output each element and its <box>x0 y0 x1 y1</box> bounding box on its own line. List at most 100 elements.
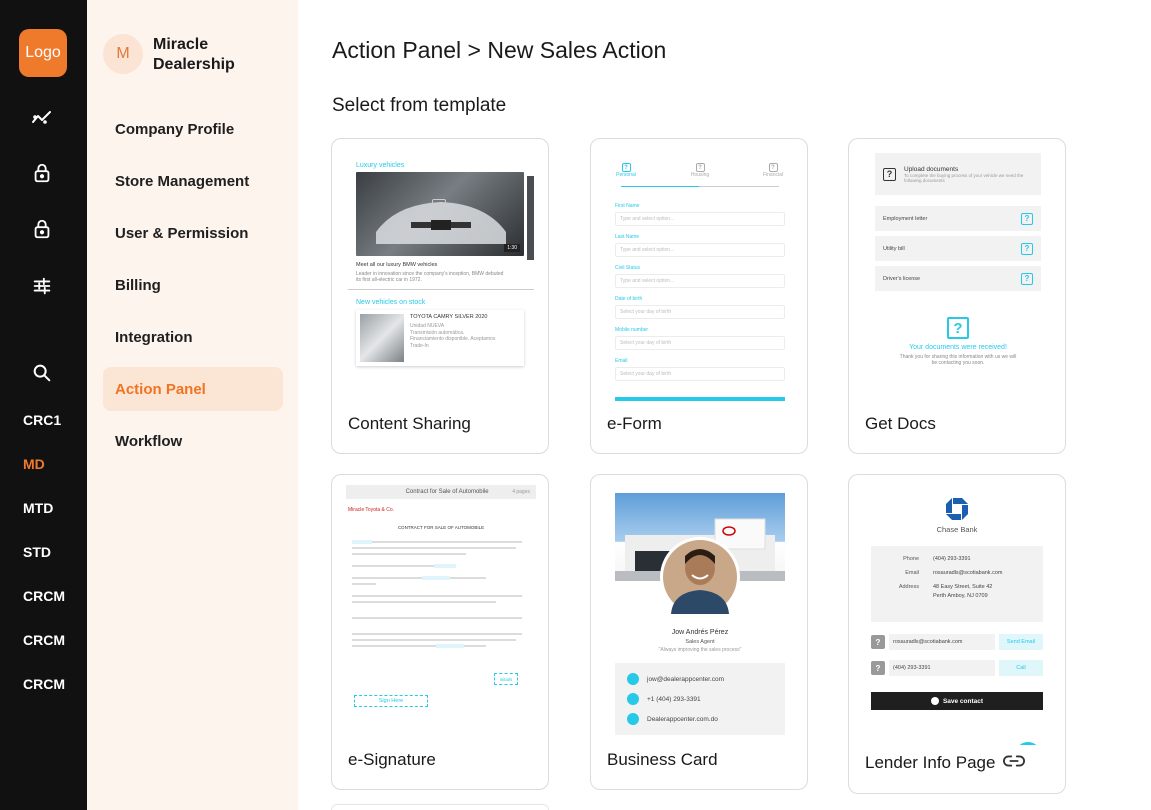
email-field: Select your day of birth <box>615 367 785 381</box>
avatar <box>660 537 740 617</box>
step-financial: ? Financial <box>761 163 785 178</box>
search-icon[interactable] <box>30 361 54 385</box>
link-icon[interactable] <box>1003 753 1026 773</box>
rail-item-std[interactable]: STD <box>23 544 51 560</box>
content-sharing-preview: Luxury vehicles ? 1:30 Meet all our luxu… <box>348 153 534 401</box>
template-card-e-signature[interactable]: Contract for Sale of Automobile 4 pages … <box>331 474 549 790</box>
fab-peek <box>1015 742 1041 745</box>
doc-name: Driver's license <box>883 275 921 282</box>
detail-key: Phone <box>903 556 919 562</box>
action-value: (404) 293-3391 <box>889 660 995 676</box>
logo[interactable]: Logo <box>19 29 67 77</box>
save-contact-label: Save contact <box>942 697 984 705</box>
lock-icon[interactable] <box>30 217 54 241</box>
caption-title: Meet all our luxury BMW vehicles <box>356 262 438 268</box>
vehicle-line: Financiamiento disponible. Aceptamos <box>410 336 496 342</box>
email-icon <box>627 673 639 685</box>
sidebar-item-integration[interactable]: Integration <box>103 315 283 359</box>
sidebar-item-workflow[interactable]: Workflow <box>103 419 283 463</box>
received-icon: ? <box>947 317 969 339</box>
rail-item-md[interactable]: MD <box>23 456 45 472</box>
email-action-icon: ? <box>871 635 885 649</box>
form-stepper: ? Personal ? Housing ? Financial <box>615 163 785 195</box>
lender-info-preview: Chase Bank Phone (404) 293-3391 Email ro… <box>871 497 1043 745</box>
template-card-content-sharing[interactable]: Luxury vehicles ? 1:30 Meet all our luxu… <box>331 138 549 454</box>
upload-header: ? Upload documents To complete the buyin… <box>875 153 1041 195</box>
action-row: ? (404) 293-3391 Call <box>871 660 1043 676</box>
rail-item-crc1[interactable]: CRC1 <box>23 412 61 428</box>
agent-name: Jow Andrés Pérez <box>671 629 729 636</box>
doc-name: Utility bill <box>883 245 905 252</box>
call-button: Call <box>999 660 1043 676</box>
e-form-preview: ? Personal ? Housing ? Financial First N… <box>607 153 793 401</box>
lender-details: Phone (404) 293-3391 Email rosauradls@sc… <box>871 546 1043 622</box>
contact-row: +1 (404) 293-3391 <box>627 689 773 709</box>
lock-icon[interactable] <box>30 161 54 185</box>
upload-text: To complete the buying process of your v… <box>904 172 1024 183</box>
sidebar-item-user-permission[interactable]: User & Permission <box>103 211 283 255</box>
template-card-business-card[interactable]: Jow Andrés Pérez Sales Agent "Always imp… <box>590 474 808 790</box>
thanks-text: Thank you for sharing this information w… <box>899 354 1017 366</box>
left-rail: Logo CRC1 MD MTD STD CRCM CRCM CRCM <box>0 0 87 810</box>
contract-text-lines-icon <box>352 540 522 648</box>
doc-row: Driver's license ? <box>875 266 1041 291</box>
step-label: Personal <box>616 172 636 178</box>
detail-row: Email rosauradls@scotiabank.com <box>871 570 1043 584</box>
vehicle-line: Trade-In <box>410 342 429 349</box>
phone-action-icon: ? <box>871 661 885 675</box>
field-label: Civil Status <box>615 265 641 271</box>
detail-row: Address 48 Easy Street, Suite 42 <box>871 584 1043 593</box>
received-text: Your documents were received! <box>909 344 1007 351</box>
doc-status-icon: ? <box>1021 272 1033 285</box>
action-value: rosauradls@scotiabank.com <box>889 634 995 650</box>
field-label: First Name <box>615 203 640 209</box>
step-label: Housing <box>690 172 710 178</box>
contact-row: jow@dealerappcenter.com <box>627 669 773 689</box>
sidebar-item-company-profile[interactable]: Company Profile <box>103 107 283 151</box>
template-label: Business Card <box>607 750 718 769</box>
detail-key: Address <box>898 584 919 590</box>
analytics-icon[interactable] <box>30 106 54 130</box>
doc-status-icon: ? <box>1021 212 1033 225</box>
rail-item-mtd[interactable]: MTD <box>23 500 53 516</box>
detail-value: 48 Easy Street, Suite 42 <box>933 584 993 590</box>
rail-item-crcm[interactable]: CRCM <box>23 588 65 604</box>
template-card-peek <box>331 804 549 810</box>
divider <box>348 289 534 290</box>
template-card-lender-info-page[interactable]: Chase Bank Phone (404) 293-3391 Email ro… <box>848 474 1066 794</box>
sidebar-item-action-panel[interactable]: Action Panel <box>103 367 283 411</box>
contact-row: Dealerappcenter.com.do <box>627 709 773 729</box>
received-block: ? Your documents were received! Thank yo… <box>865 317 1051 366</box>
page-title: Action Panel > New Sales Action <box>332 37 667 63</box>
image-placeholder-icon: ? <box>432 199 446 213</box>
date-of-birth-field: Select your day of birth <box>615 305 785 319</box>
step-icon: ? <box>695 163 705 172</box>
template-card-e-form[interactable]: ? Personal ? Housing ? Financial First N… <box>590 138 808 454</box>
sidebar-item-billing[interactable]: Billing <box>103 263 283 307</box>
template-label: Get Docs <box>865 414 936 433</box>
step-personal: ? Personal <box>615 163 637 178</box>
contact-email: jow@dealerappcenter.com <box>647 675 725 683</box>
rail-item-crcm[interactable]: CRCM <box>23 632 65 648</box>
doc-name: Employment letter <box>883 215 928 222</box>
step-icon: ? <box>621 163 631 172</box>
sidebar-item-store-management[interactable]: Store Management <box>103 159 283 203</box>
mobile-number-field: Select your day of birth <box>615 336 785 350</box>
org-avatar: M <box>103 34 143 74</box>
template-card-get-docs[interactable]: ? Upload documents To complete the buyin… <box>848 138 1066 454</box>
document-header: Contract for Sale of Automobile 4 pages <box>346 485 536 499</box>
bank-logo <box>871 497 1043 523</box>
e-signature-preview: Contract for Sale of Automobile 4 pages … <box>346 485 536 733</box>
phone-icon <box>627 693 639 705</box>
submit-button-peek <box>615 397 785 401</box>
field-label: Email <box>615 358 628 364</box>
doc-row: Utility bill ? <box>875 236 1041 261</box>
initials-field: initials <box>494 673 518 685</box>
vehicle-title: TOYOTA CAMRY SILVER 2020 <box>410 314 488 320</box>
caption-text: Leader in innovation since the company's… <box>356 271 504 283</box>
preview-section-title: Luxury vehicles <box>356 162 405 169</box>
car-photo-icon <box>376 202 506 244</box>
first-name-field: Type and select option... <box>615 212 785 226</box>
sliders-icon[interactable] <box>30 274 54 298</box>
rail-item-crcm[interactable]: CRCM <box>23 676 65 692</box>
